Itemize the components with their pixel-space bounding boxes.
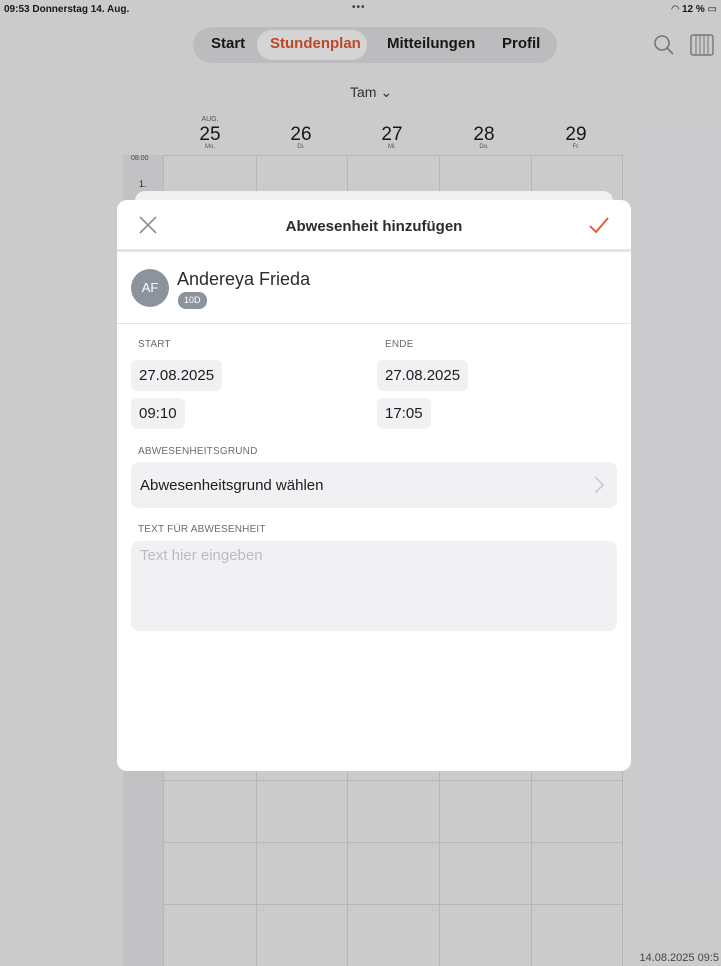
end-label: ENDE [385, 339, 414, 350]
end-time-field[interactable]: 17:05 [377, 398, 431, 429]
text-label: TEXT FÜR ABWESENHEIT [138, 524, 266, 535]
avatar: AF [131, 269, 169, 307]
absence-dialog: Abwesenheit hinzufügen AF Andereya Fried… [117, 200, 631, 771]
class-badge: 10D [178, 292, 207, 309]
start-date-field[interactable]: 27.08.2025 [131, 360, 223, 391]
selected-person: AF Andereya Frieda 10D [117, 255, 631, 324]
end-date-field[interactable]: 27.08.2025 [377, 360, 469, 391]
dialog-title: Abwesenheit hinzufügen [285, 218, 463, 235]
reason-value: Abwesenheitsgrund wählen [140, 477, 324, 494]
chevron-right-icon [593, 475, 605, 495]
confirm-check-icon[interactable] [587, 214, 611, 236]
start-label: START [138, 339, 171, 350]
reason-label: ABWESENHEITSGRUND [138, 446, 258, 457]
dialog-header: Abwesenheit hinzufügen [117, 200, 631, 252]
absence-text-input[interactable] [131, 541, 617, 631]
reason-selector[interactable]: Abwesenheitsgrund wählen [131, 462, 617, 508]
start-time-field[interactable]: 09:10 [131, 398, 185, 429]
person-name: Andereya Frieda [177, 269, 311, 289]
